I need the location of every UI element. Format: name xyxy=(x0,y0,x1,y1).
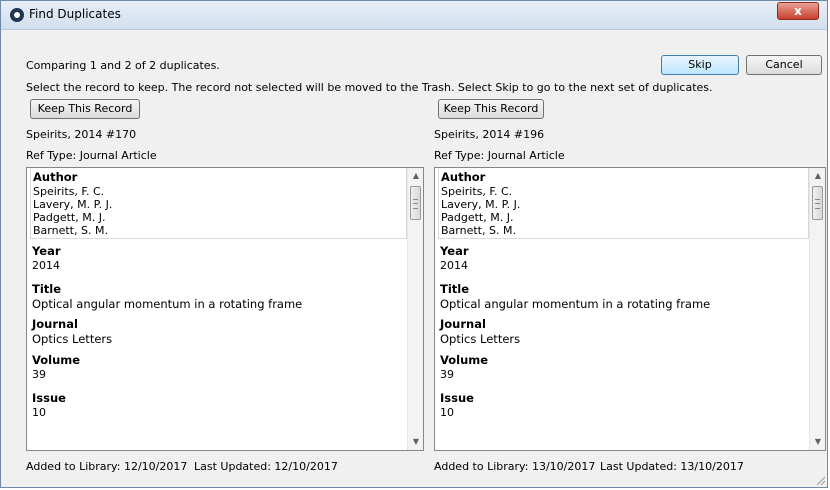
scroll-down-arrow-icon[interactable]: ▼ xyxy=(408,434,423,450)
right-volume-value: 39 xyxy=(440,368,454,381)
skip-button[interactable]: Skip xyxy=(661,55,739,75)
left-scrollbar[interactable]: ▲ ▼ xyxy=(407,168,423,450)
left-record-ref: Speirits, 2014 #170 xyxy=(26,128,137,141)
right-year-value: 2014 xyxy=(440,259,468,272)
left-year-label: Year xyxy=(32,244,61,258)
right-record-fields: Author Speirits, F. C. Lavery, M. P. J. … xyxy=(435,168,809,450)
right-author: Padgett, M. J. xyxy=(441,211,514,224)
right-author: Barnett, S. M. xyxy=(441,224,516,237)
title-bar: Find Duplicates x xyxy=(1,1,827,30)
grip-icon xyxy=(413,199,418,209)
keep-right-record-button[interactable]: Keep This Record xyxy=(438,99,544,119)
scroll-up-arrow-icon[interactable]: ▲ xyxy=(408,168,423,184)
right-volume-label: Volume xyxy=(440,353,489,367)
right-year-label: Year xyxy=(440,244,469,258)
left-author: Barnett, S. M. xyxy=(33,224,108,237)
right-added-date: Added to Library: 13/10/2017 xyxy=(434,460,596,473)
grip-icon xyxy=(815,199,820,209)
right-author-list[interactable]: Author Speirits, F. C. Lavery, M. P. J. … xyxy=(438,168,809,239)
resize-grip-icon[interactable] xyxy=(815,475,825,485)
left-issue-label: Issue xyxy=(32,391,66,405)
left-volume-value: 39 xyxy=(32,368,46,381)
right-ref-type: Ref Type: Journal Article xyxy=(434,149,565,162)
cancel-button[interactable]: Cancel xyxy=(746,55,822,75)
left-record-panel[interactable]: Author Speirits, F. C. Lavery, M. P. J. … xyxy=(26,167,424,451)
left-author-heading: Author xyxy=(33,170,78,184)
right-scrollbar[interactable]: ▲ ▼ xyxy=(809,168,825,450)
keep-left-record-button[interactable]: Keep This Record xyxy=(30,99,140,119)
left-journal-value: Optics Letters xyxy=(32,332,113,346)
left-volume-label: Volume xyxy=(32,353,81,367)
left-title-label: Title xyxy=(32,282,62,296)
left-author: Lavery, M. P. J. xyxy=(33,198,113,211)
left-added-date: Added to Library: 12/10/2017 xyxy=(26,460,188,473)
endnote-logo-icon xyxy=(10,8,24,22)
left-author: Padgett, M. J. xyxy=(33,211,106,224)
right-author-heading: Author xyxy=(441,170,486,184)
right-record-panel[interactable]: Author Speirits, F. C. Lavery, M. P. J. … xyxy=(434,167,826,451)
right-issue-value: 10 xyxy=(440,406,454,419)
close-button[interactable]: x xyxy=(777,2,819,20)
right-author: Lavery, M. P. J. xyxy=(441,198,521,211)
right-journal-label: Journal xyxy=(440,317,486,331)
left-year-value: 2014 xyxy=(32,259,60,272)
left-author-list[interactable]: Author Speirits, F. C. Lavery, M. P. J. … xyxy=(30,168,407,239)
left-updated-date: Last Updated: 12/10/2017 xyxy=(194,460,338,473)
scroll-up-arrow-icon[interactable]: ▲ xyxy=(810,168,825,184)
scroll-down-arrow-icon[interactable]: ▼ xyxy=(810,434,825,450)
left-issue-value: 10 xyxy=(32,406,46,419)
left-ref-type: Ref Type: Journal Article xyxy=(26,149,157,162)
right-scroll-thumb[interactable] xyxy=(812,186,823,220)
right-record-ref: Speirits, 2014 #196 xyxy=(434,128,545,141)
right-author: Speirits, F. C. xyxy=(441,185,513,198)
left-record-fields: Author Speirits, F. C. Lavery, M. P. J. … xyxy=(27,168,407,450)
window-title: Find Duplicates xyxy=(29,7,121,21)
instructions-text: Select the record to keep. The record no… xyxy=(26,81,713,94)
left-scroll-thumb[interactable] xyxy=(410,186,421,220)
right-issue-label: Issue xyxy=(440,391,474,405)
left-journal-label: Journal xyxy=(32,317,78,331)
right-updated-date: Last Updated: 13/10/2017 xyxy=(600,460,744,473)
right-title-label: Title xyxy=(440,282,470,296)
left-title-value: Optical angular momentum in a rotating f… xyxy=(32,297,303,311)
left-author: Speirits, F. C. xyxy=(33,185,105,198)
comparing-status: Comparing 1 and 2 of 2 duplicates. xyxy=(26,59,220,72)
find-duplicates-dialog: Find Duplicates x Comparing 1 and 2 of 2… xyxy=(0,0,828,488)
right-journal-value: Optics Letters xyxy=(440,332,521,346)
right-title-value: Optical angular momentum in a rotating f… xyxy=(440,297,711,311)
